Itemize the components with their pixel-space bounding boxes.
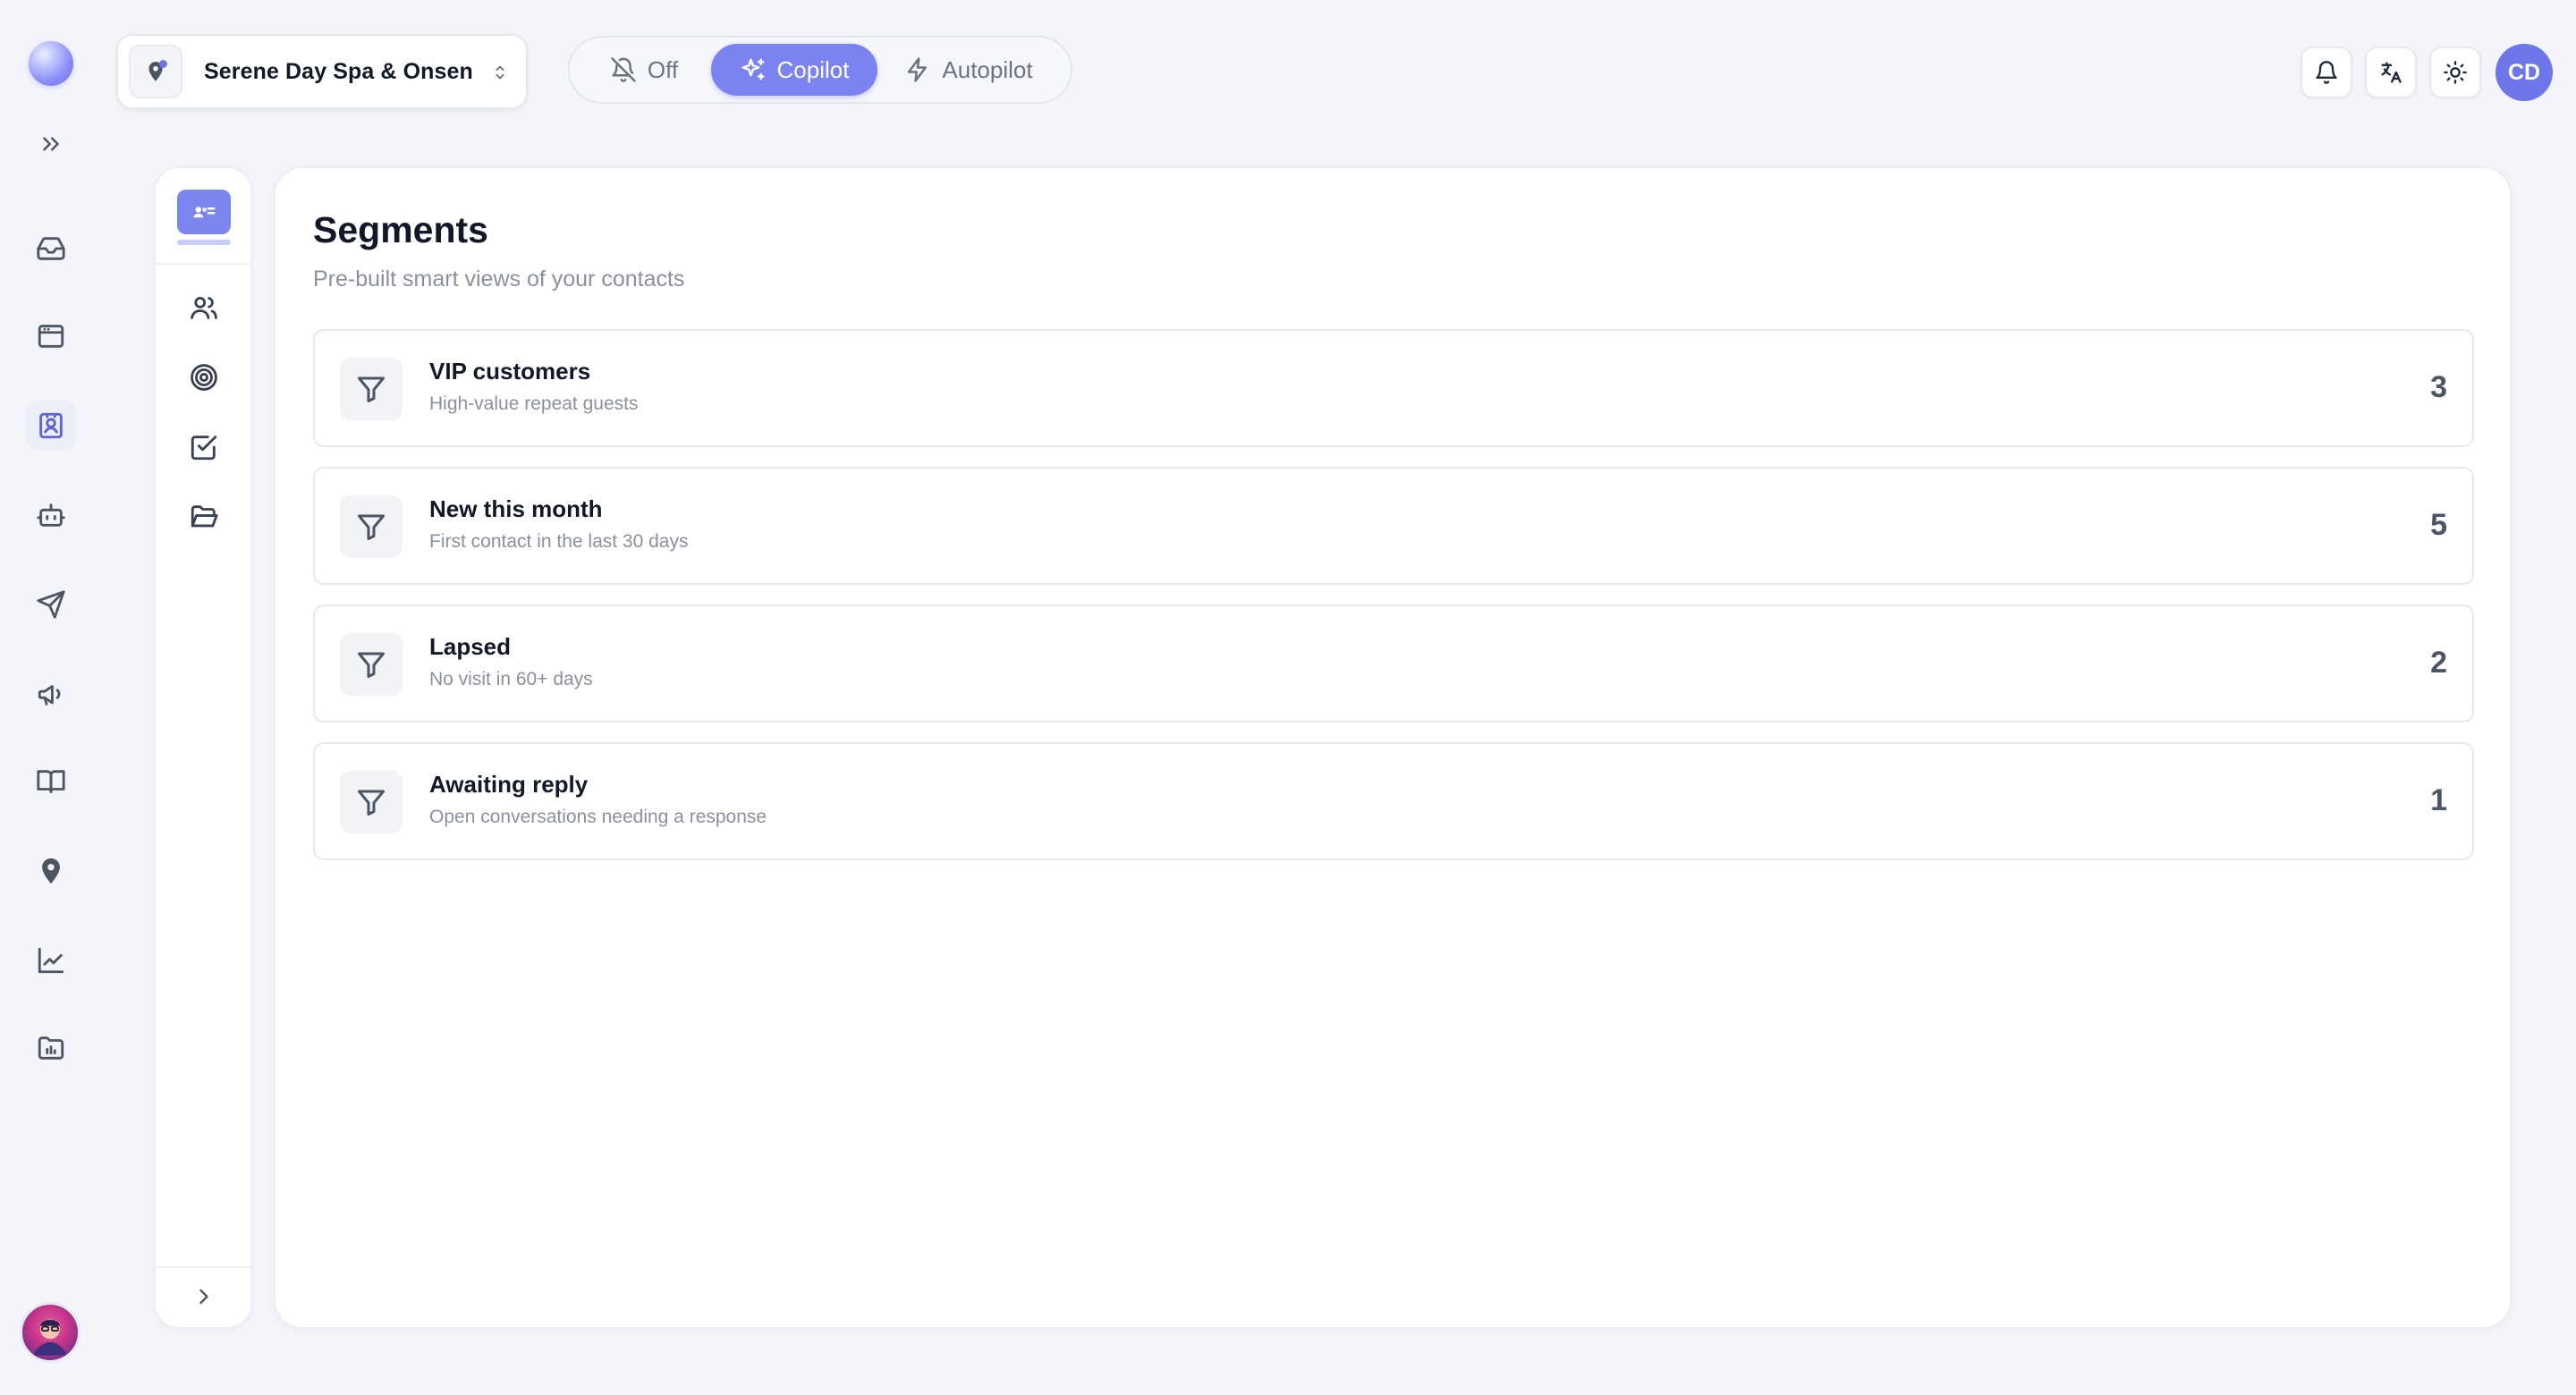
notifications-button[interactable] bbox=[2301, 46, 2352, 98]
mode-copilot-label: Copilot bbox=[776, 55, 850, 83]
target-icon bbox=[191, 364, 217, 391]
segment-name: VIP customers bbox=[429, 358, 591, 385]
mode-autopilot-button[interactable]: Autopilot bbox=[877, 44, 1060, 96]
rail-item-campaigns[interactable] bbox=[26, 669, 76, 719]
location-switcher[interactable]: Serene Day Spa & Onsen bbox=[116, 34, 528, 109]
mode-autopilot-label: Autopilot bbox=[942, 55, 1033, 83]
top-actions: CD bbox=[2301, 44, 2553, 101]
sun-icon bbox=[2444, 61, 2467, 84]
segment-row-awaiting[interactable]: Awaiting reply Open conversations needin… bbox=[313, 742, 2474, 860]
segment-description: High-value repeat guests bbox=[429, 393, 639, 414]
app-logo-orb[interactable] bbox=[29, 41, 73, 86]
primary-rail bbox=[0, 0, 102, 1395]
folder-open-icon bbox=[191, 505, 218, 528]
megaphone-icon bbox=[38, 685, 61, 706]
chevron-right-icon[interactable] bbox=[191, 1284, 216, 1309]
subnav-active-indicator bbox=[177, 240, 231, 245]
subnav-divider bbox=[156, 263, 250, 265]
segment-count: 2 bbox=[2430, 646, 2447, 680]
contacts-card-icon bbox=[193, 207, 216, 218]
subnav-divider bbox=[156, 1266, 250, 1268]
segment-count: 3 bbox=[2430, 370, 2447, 404]
segment-description: Open conversations needing a response bbox=[429, 807, 767, 827]
bot-icon bbox=[37, 503, 65, 527]
language-button[interactable] bbox=[2365, 46, 2417, 98]
subnav-item-files[interactable] bbox=[184, 497, 224, 537]
mode-off-button[interactable]: Off bbox=[577, 44, 711, 96]
rail-item-reports[interactable] bbox=[26, 1023, 76, 1073]
segment-list: VIP customers High-value repeat guests 3… bbox=[313, 329, 2474, 880]
sparkles-icon bbox=[741, 58, 765, 80]
filter-icon bbox=[340, 495, 402, 558]
mode-off-label: Off bbox=[647, 55, 679, 83]
segment-description: First contact in the last 30 days bbox=[429, 531, 689, 552]
filter-icon bbox=[340, 358, 402, 420]
browser-window-icon bbox=[38, 325, 64, 348]
subnav-item-contacts-list[interactable] bbox=[177, 190, 231, 234]
user-initials-avatar[interactable]: CD bbox=[2496, 44, 2553, 101]
location-name: Serene Day Spa & Onsen bbox=[204, 58, 473, 84]
segment-row-vip[interactable]: VIP customers High-value repeat guests 3 bbox=[313, 329, 2474, 447]
inbox-icon bbox=[37, 237, 65, 260]
rail-item-web[interactable] bbox=[26, 311, 76, 361]
subnav-item-people[interactable] bbox=[184, 288, 224, 327]
bolt-icon bbox=[908, 57, 928, 82]
segment-name: Awaiting reply bbox=[429, 771, 589, 798]
bell-off-icon bbox=[611, 57, 636, 82]
mode-copilot-button[interactable]: Copilot bbox=[711, 44, 877, 96]
location-pin-icon bbox=[129, 45, 182, 98]
filter-icon bbox=[340, 633, 402, 696]
rail-item-inbox[interactable] bbox=[26, 224, 76, 274]
chart-line-icon bbox=[38, 947, 64, 974]
checkbox-icon bbox=[191, 435, 217, 461]
segment-count: 1 bbox=[2430, 783, 2447, 817]
bell-icon bbox=[2316, 61, 2337, 84]
rail-item-bots[interactable] bbox=[26, 490, 76, 540]
book-icon bbox=[37, 770, 65, 793]
subnav-item-tasks[interactable] bbox=[184, 427, 224, 467]
users-icon bbox=[191, 296, 217, 319]
segment-row-lapsed[interactable]: Lapsed No visit in 60+ days 2 bbox=[313, 604, 2474, 723]
segment-count: 5 bbox=[2430, 508, 2447, 542]
rail-item-analytics[interactable] bbox=[26, 935, 76, 985]
segment-name: New this month bbox=[429, 495, 603, 522]
segment-description: No visit in 60+ days bbox=[429, 669, 593, 689]
page-subtitle: Pre-built smart views of your contacts bbox=[313, 266, 685, 292]
theme-toggle-button[interactable] bbox=[2429, 46, 2481, 98]
segment-row-new[interactable]: New this month First contact in the last… bbox=[313, 467, 2474, 585]
page-title: Segments bbox=[313, 209, 488, 250]
location-pin-icon bbox=[42, 858, 60, 884]
rail-item-locations[interactable] bbox=[26, 846, 76, 896]
chevron-up-down-icon bbox=[490, 61, 510, 84]
rail-item-send[interactable] bbox=[26, 579, 76, 630]
rail-item-contacts[interactable] bbox=[26, 401, 76, 451]
segment-name: Lapsed bbox=[429, 633, 512, 660]
expand-sidebar-icon[interactable] bbox=[38, 131, 64, 157]
contacts-subnav bbox=[154, 166, 252, 1329]
filter-icon bbox=[340, 771, 402, 833]
send-icon bbox=[37, 590, 65, 619]
contacts-icon bbox=[39, 412, 63, 439]
user-avatar[interactable] bbox=[20, 1302, 80, 1363]
subnav-item-segments[interactable] bbox=[184, 358, 224, 397]
rail-item-knowledge[interactable] bbox=[26, 757, 76, 807]
folder-chart-icon bbox=[38, 1036, 64, 1060]
segments-panel: Segments Pre-built smart views of your c… bbox=[274, 166, 2512, 1329]
translate-icon bbox=[2381, 62, 2402, 83]
ai-mode-toggle: Off Copilot Autopilot bbox=[568, 36, 1072, 104]
